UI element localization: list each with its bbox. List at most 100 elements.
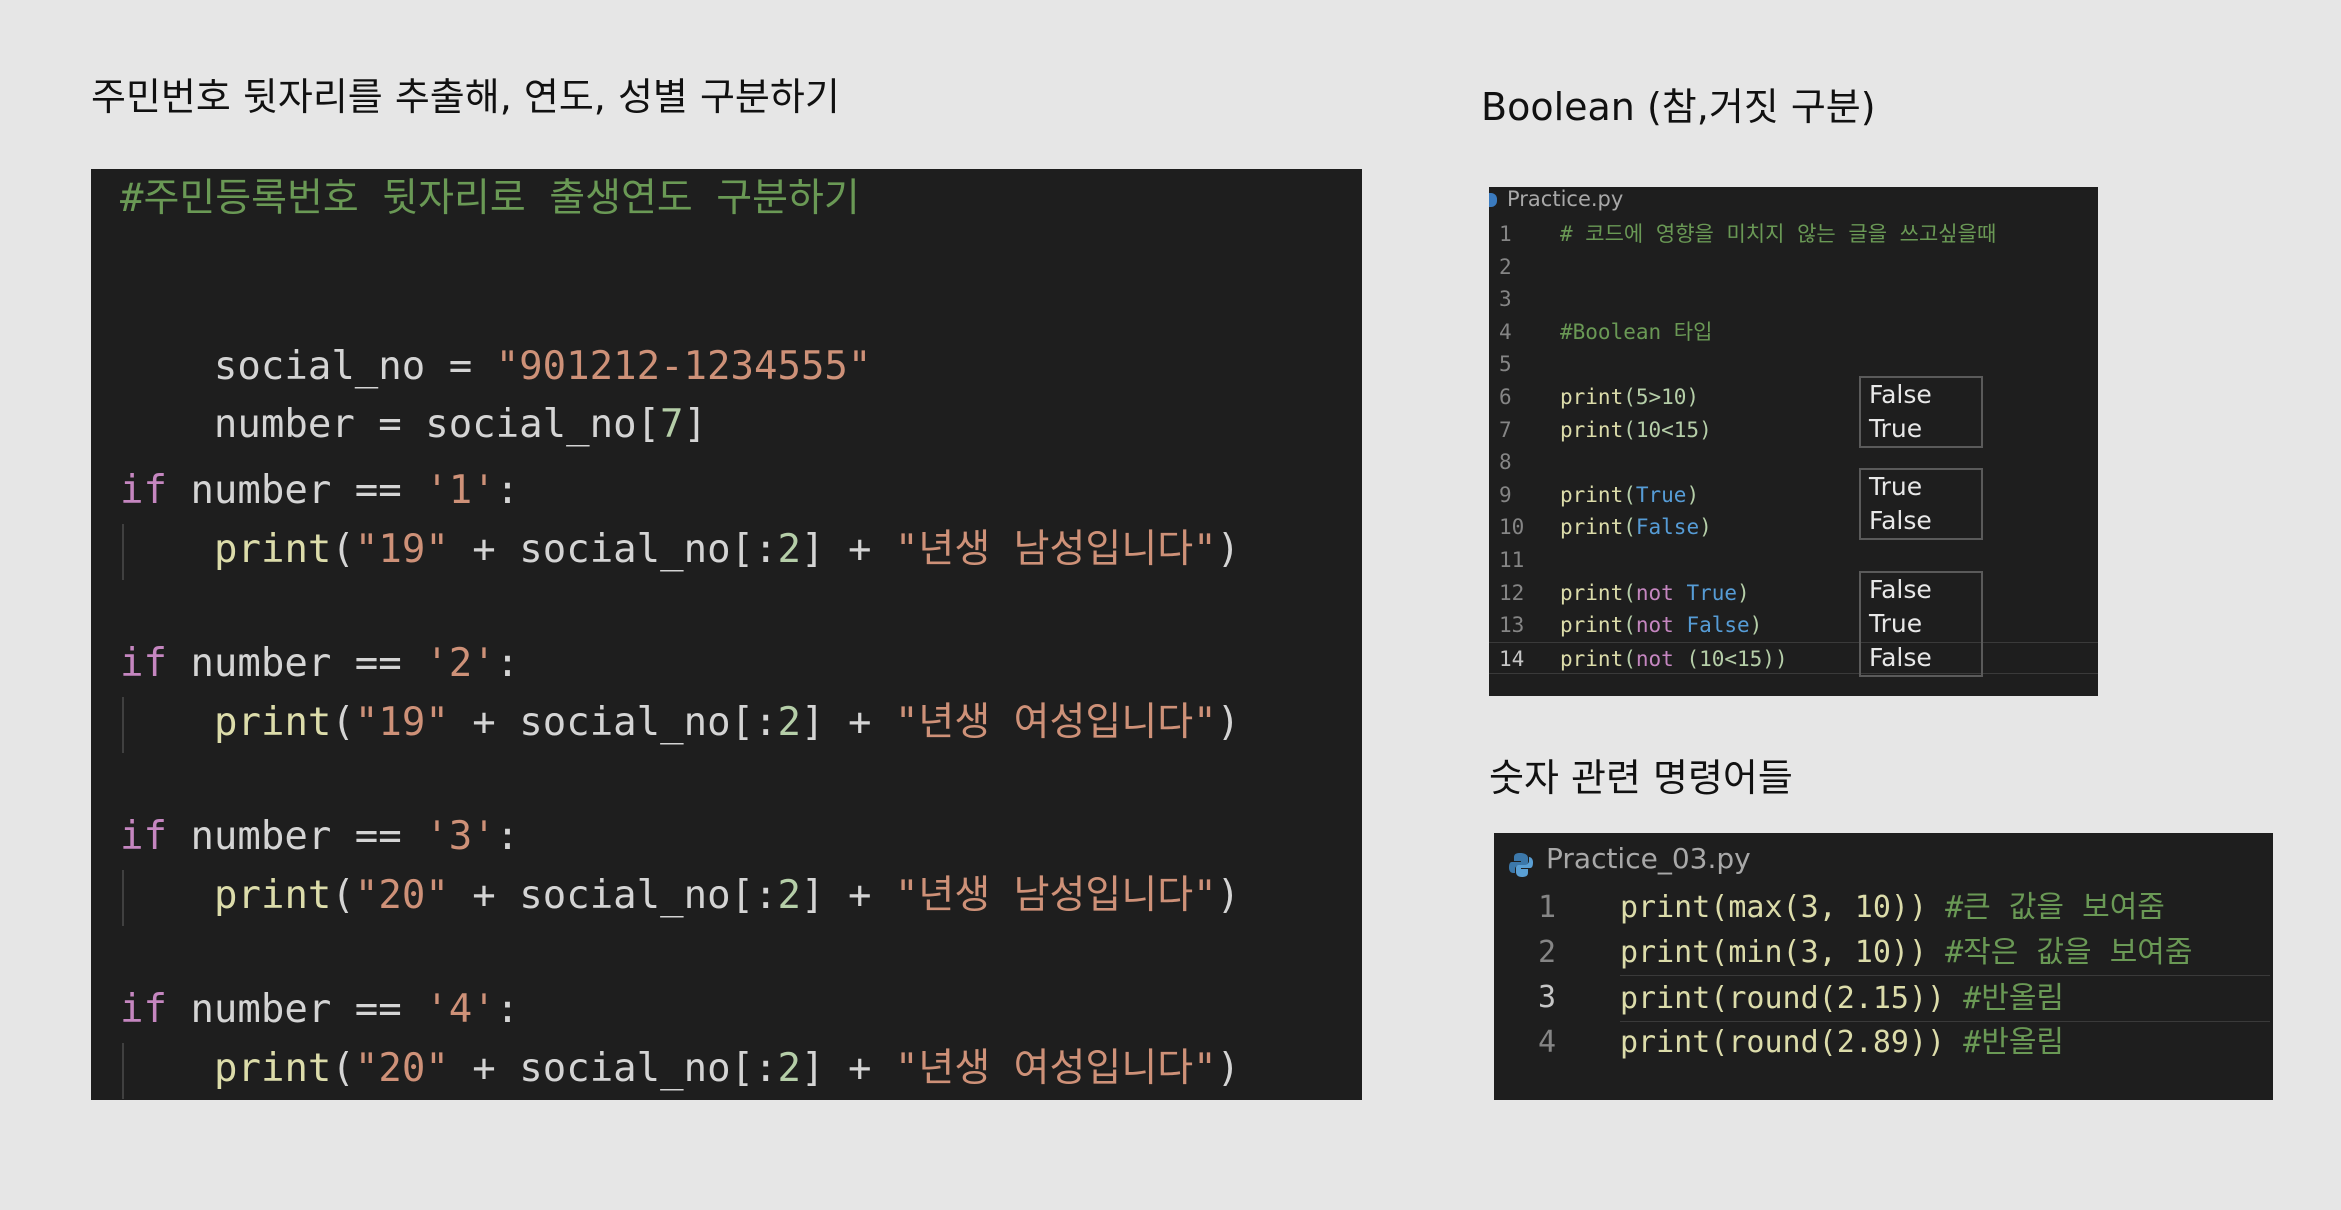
line-number: 2 [1537,935,1556,970]
code-text: : [495,468,520,513]
code-text: : [495,641,520,686]
code-line: 5 [1489,348,2098,380]
code-text: + social_no[: [448,700,778,745]
output-value: False [1869,506,1932,535]
code-line: 9 print(True) [1489,479,2098,511]
line-number: 3 [1499,287,1512,312]
indent-guide [122,524,124,580]
file-tab-practice-03[interactable]: Practice_03.py [1508,837,1751,881]
code-number: 2 [777,527,802,572]
code-keyword: not [1635,580,1687,605]
code-text: : [495,987,520,1032]
line-number: 12 [1499,580,1525,605]
code-text: + social_no[: [448,873,778,918]
code-print-line: print("20" + social_no[:2] + "년생 남성입니다") [214,872,1240,920]
code-text: (5>10) [1623,385,1700,409]
file-tab-practice[interactable]: Practice.py [1489,187,1623,211]
code-text: + social_no[: [448,1046,778,1091]
code-line: 14 print(not (10<15)) [1489,641,2098,675]
code-function: print [1560,613,1624,638]
code-string: "19" [354,700,449,745]
code-source: print(max(3, 10)) #큰 값을 보여줌 [1620,885,2165,930]
code-source: print(10<15) [1560,414,1712,446]
code-string: '2' [425,641,496,686]
code-constant: False [1635,515,1700,540]
code-function: print [214,1046,332,1091]
code-assign-social-no: social_no = "901212-1234555" [120,295,871,389]
code-text: ) [1737,580,1750,605]
code-source: #Boolean 타입 [1560,316,1712,348]
code-line: 7 print(10<15) [1489,414,2098,446]
code-string: '4' [425,987,496,1032]
code-source: print(not True) [1560,577,1750,609]
line-number: 8 [1499,450,1512,475]
code-line: 1 # 코드에 영향을 미치지 않는 글을 쓰고싶을때 [1489,218,2098,250]
line-number: 7 [1499,417,1512,442]
line-number: 5 [1499,352,1512,377]
code-constant: True [1635,482,1687,507]
code-text: number = social_no[ [213,402,661,447]
code-function: print [1560,417,1624,442]
code-source: print(round(2.15)) #반올림 [1620,975,2270,1022]
file-tab-label: Practice_03.py [1546,842,1751,875]
code-call: print(min(3, 10)) [1620,935,1928,970]
code-line: 1 print(max(3, 10)) #큰 값을 보여줌 [1494,885,2273,930]
code-number: 2 [777,1046,802,1091]
code-string: '1' [425,468,496,513]
code-string: "년생 여성입니다" [894,700,1217,745]
code-string: "20" [354,1046,449,1091]
code-source: print(not (10<15)) [1560,643,1788,675]
code-number: 7 [660,402,684,447]
line-number: 6 [1499,385,1512,409]
code-string: "20" [354,873,449,918]
code-string: "년생 여성입니다" [894,1046,1217,1091]
code-keyword: if [120,641,167,686]
code-function: print [1560,482,1624,507]
code-text: ( [331,700,355,745]
code-line: 3 print(round(2.15)) #반올림 [1494,975,2273,1022]
code-string: '3' [425,814,496,859]
code-line: 2 [1489,251,2098,283]
code-text: ] + [801,527,895,572]
line-number: 4 [1499,319,1512,344]
output-box: True False [1859,468,1983,540]
python-file-icon [1489,193,1497,207]
code-comment: # 코드에 영향을 미치지 않는 글을 쓰고싶을때 [1560,222,1997,246]
code-keyword: if [120,987,167,1032]
code-function: print [1560,385,1624,409]
code-text: ] + [801,873,895,918]
code-if-line: if number == '4': [120,986,519,1034]
main-code-editor: #주민등록번호 뒷자리로 출생연도 구분하기 social_no = "9012… [91,169,1362,1100]
code-function: print [214,527,332,572]
code-text: ( [1623,613,1636,638]
code-if-line: if number == '1': [120,467,519,515]
indent-guide [122,697,124,753]
python-file-icon [1508,847,1534,877]
code-comment: #작은 값을 보여줌 [1945,935,2193,970]
line-number: 14 [1499,646,1525,671]
code-text: ] + [801,1046,895,1091]
code-source: print(True) [1560,479,1699,511]
code-assign-number: number = social_no[7] [120,353,707,447]
code-text: number == [166,641,426,686]
line-number: 1 [1537,890,1556,925]
code-text: ] + [801,700,895,745]
code-if-line: if number == '2': [120,640,519,688]
code-text: + social_no[: [448,527,778,572]
code-source: print(round(2.89)) #반올림 [1620,1020,2064,1065]
code-function: print [1560,580,1624,605]
line-number: 1 [1499,222,1512,246]
code-source: print(not False) [1560,609,1762,641]
code-comment: #반올림 [1963,1025,2065,1060]
code-source: # 코드에 영향을 미치지 않는 글을 쓰고싶을때 [1560,218,1996,250]
code-source: print(False) [1560,511,1712,543]
code-function: print [1560,515,1624,540]
code-text: ( [1623,515,1636,540]
code-text: ) [1699,515,1712,540]
code-text: number == [166,468,426,513]
code-string: "19" [354,527,449,572]
numbers-heading: 숫자 관련 명령어들 [1489,756,1793,800]
code-string: "년생 남성입니다" [894,527,1217,572]
line-number: 10 [1499,515,1525,540]
code-source: print(5>10) [1560,381,1699,413]
